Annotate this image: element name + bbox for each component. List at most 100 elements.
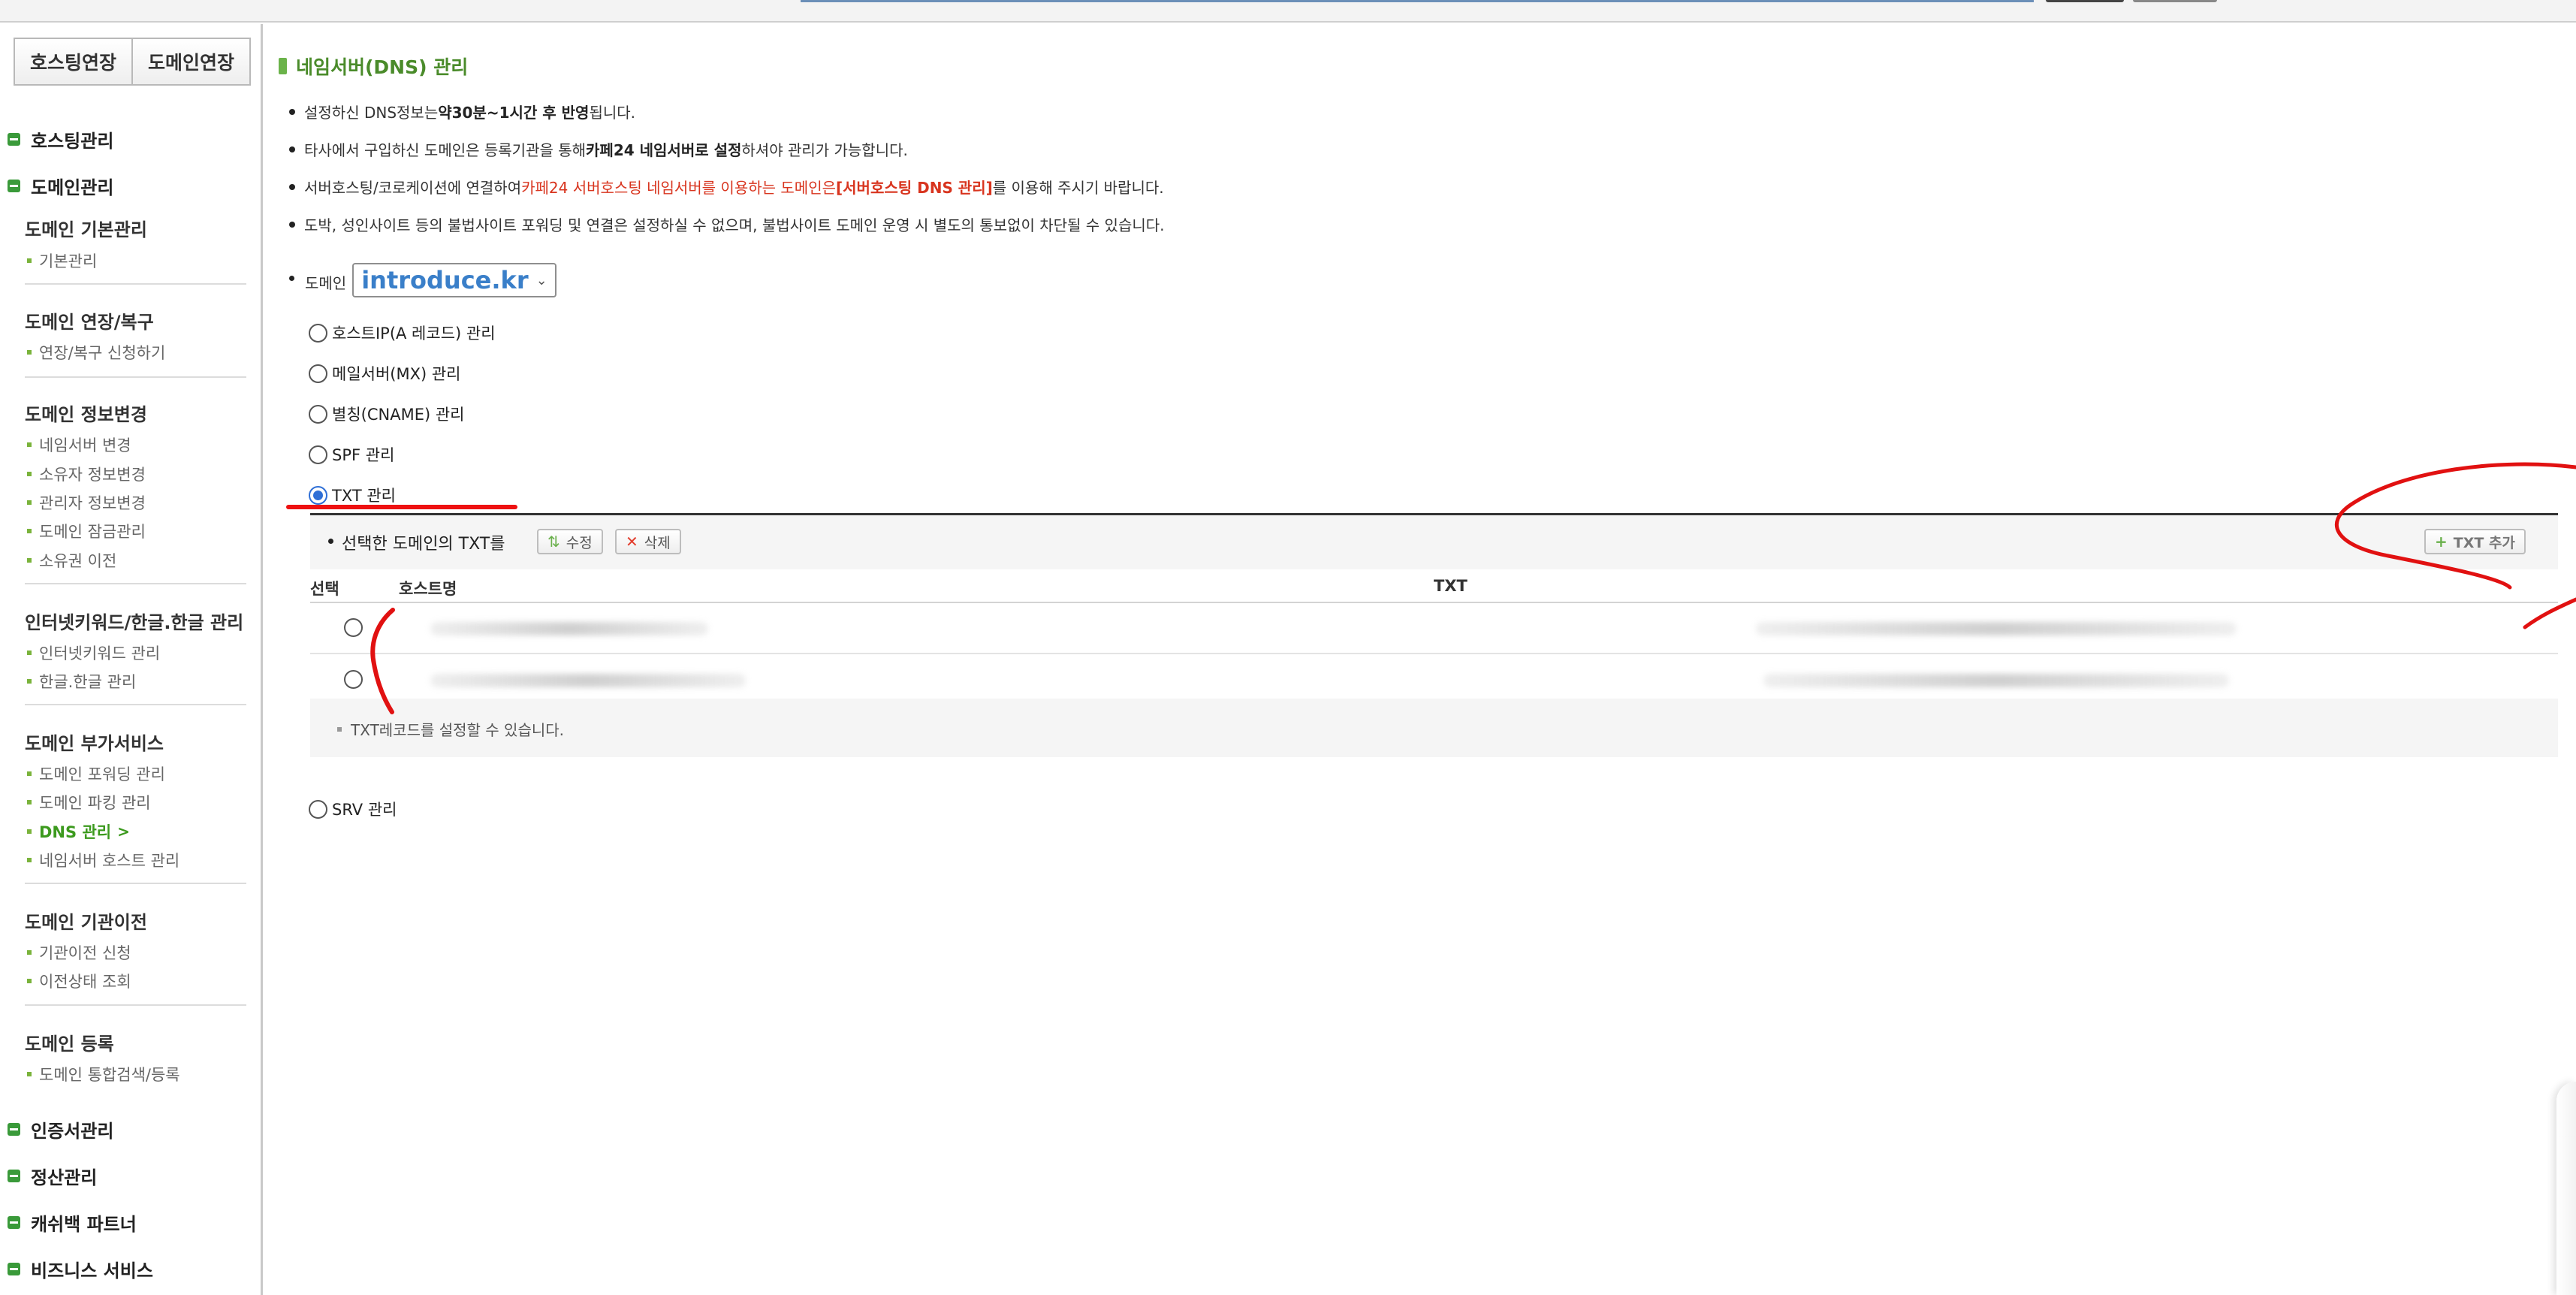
row-select-radio[interactable]	[344, 618, 363, 637]
table-row[interactable]	[310, 603, 2558, 654]
column-header-select: 선택	[310, 580, 339, 598]
edit-button[interactable]: ⇅ 수정	[537, 529, 603, 554]
record-type-cname[interactable]: 별칭(CNAME) 관리	[309, 403, 464, 425]
notice-text: 하셔야 관리가 가능합니다.	[741, 141, 908, 159]
bullet-icon	[27, 442, 32, 447]
delete-button-label: 삭제	[644, 534, 671, 551]
record-type-label: SRV 관리	[332, 801, 397, 819]
group-title-register[interactable]: 도메인 등록	[25, 1029, 114, 1055]
sidebar-item-lock[interactable]: 도메인 잠금관리	[27, 520, 146, 542]
top-button-edge[interactable]	[2046, 0, 2124, 2]
sidebar-item-admin-change[interactable]: 관리자 정보변경	[27, 491, 146, 514]
edit-arrows-icon: ⇅	[547, 533, 560, 551]
sidebar-item-renew-request[interactable]: 연장/복구 신청하기	[27, 341, 165, 364]
bullet-icon	[27, 1072, 32, 1076]
domain-select-value: introduce.kr	[361, 266, 529, 294]
square-minus-icon	[8, 1170, 20, 1182]
sidebar: 호스팅연장 도메인연장 호스팅관리 도메인관리 도메인 기본관리 기본관리 도메…	[0, 24, 263, 1295]
divider	[25, 704, 246, 705]
sidebar-item-hangul[interactable]: 한글.한글 관리	[27, 670, 136, 693]
sidebar-menu-label: 캐쉬백 파트너	[31, 1214, 137, 1235]
record-type-label: 메일서버(MX) 관리	[332, 365, 461, 383]
divider	[25, 376, 246, 378]
sidebar-menu-label: 인증서관리	[31, 1121, 114, 1142]
sidebar-item-forwarding[interactable]: 도메인 포워딩 관리	[27, 762, 165, 785]
chevron-down-icon: ⌄	[535, 272, 547, 288]
sidebar-item-transfer-status[interactable]: 이전상태 조회	[27, 970, 131, 992]
bullet-icon	[27, 829, 32, 834]
sidebar-item-label: 한글.한글 관리	[39, 673, 137, 691]
bullet-icon	[289, 146, 295, 152]
title-marker-icon	[279, 58, 287, 74]
page-title: 네임서버(DNS) 관리	[279, 53, 468, 80]
bullet-icon	[27, 258, 32, 263]
sidebar-menu-domain[interactable]: 도메인관리	[8, 173, 113, 199]
server-hosting-dns-link[interactable]: [서버호스팅 DNS 관리]	[836, 176, 993, 198]
plus-icon: +	[2435, 533, 2448, 551]
add-txt-button-label: TXT 추가	[2453, 534, 2515, 551]
sidebar-item-keyword[interactable]: 인터넷키워드 관리	[27, 641, 160, 664]
record-type-txt[interactable]: TXT 관리	[309, 484, 396, 506]
add-txt-button[interactable]: + TXT 추가	[2424, 529, 2526, 554]
group-title-transfer[interactable]: 도메인 기관이전	[25, 907, 147, 934]
record-type-srv[interactable]: SRV 관리	[309, 798, 397, 820]
bullet-icon	[27, 800, 32, 804]
sidebar-item-search-register[interactable]: 도메인 통합검색/등록	[27, 1063, 180, 1085]
sidebar-item-parking[interactable]: 도메인 파킹 관리	[27, 791, 151, 814]
bullet-icon	[289, 108, 295, 115]
sidebar-item-label: DNS 관리	[39, 823, 112, 841]
record-type-mx[interactable]: 메일서버(MX) 관리	[309, 362, 461, 385]
sidebar-item-transfer-request[interactable]: 기관이전 신청	[27, 941, 131, 964]
sidebar-item-label: 도메인 파킹 관리	[39, 794, 151, 812]
radio-a-record[interactable]	[309, 323, 327, 343]
sidebar-item-owner-change[interactable]: 소유자 정보변경	[27, 463, 146, 485]
notice-text: 를 이용해 주시기 바랍니다.	[992, 179, 1164, 197]
sidebar-item-label: 관리자 정보변경	[39, 494, 146, 512]
notice-illegal-sites: 도박, 성인사이트 등의 불법사이트 포워딩 및 연결은 설정하실 수 없으며,…	[289, 213, 1165, 235]
delete-button[interactable]: ✕ 삭제	[615, 529, 681, 554]
sidebar-menu-cashback[interactable]: 캐쉬백 파트너	[8, 1209, 137, 1236]
bullet-icon	[27, 472, 32, 476]
sidebar-item-label: 기관이전 신청	[39, 944, 131, 962]
radio-cname-record[interactable]	[309, 404, 327, 424]
notice-text: 됩니다.	[589, 104, 636, 122]
square-minus-icon	[8, 180, 20, 192]
notice-emphasis: 카페24 네임서버로 설정	[586, 141, 742, 159]
radio-mx-record[interactable]	[309, 364, 327, 383]
record-type-a[interactable]: 호스트IP(A 레코드) 관리	[309, 321, 496, 344]
radio-spf-record[interactable]	[309, 445, 327, 464]
group-title-renew-restore[interactable]: 도메인 연장/복구	[25, 307, 154, 334]
sidebar-item-label: 인터넷키워드 관리	[39, 644, 161, 663]
sidebar-menu-billing[interactable]: 정산관리	[8, 1163, 97, 1189]
sidebar-menu-hosting[interactable]: 호스팅관리	[8, 126, 113, 152]
domain-renew-button[interactable]: 도메인연장	[133, 38, 251, 86]
record-type-spf[interactable]: SPF 관리	[309, 443, 394, 466]
sidebar-item-label: 이전상태 조회	[39, 973, 131, 991]
notice-text: 타사에서 구입하신 도메인은 등록기관을 통해	[304, 141, 587, 159]
sidebar-item-basic[interactable]: 기본관리	[27, 249, 97, 272]
column-header-hostname: 호스트명	[399, 580, 457, 598]
group-title-keyword[interactable]: 인터넷키워드/한글.한글 관리	[25, 608, 243, 634]
sidebar-menu-label: 호스팅관리	[31, 131, 114, 152]
group-title-info-change[interactable]: 도메인 정보변경	[25, 400, 147, 426]
hosting-renew-button[interactable]: 호스팅연장	[14, 38, 133, 86]
redacted-hostname	[430, 674, 746, 687]
sidebar-item-ns-host[interactable]: 네임서버 호스트 관리	[27, 849, 179, 871]
group-title-addon[interactable]: 도메인 부가서비스	[25, 729, 164, 755]
domain-select[interactable]: introduce.kr ⌄	[352, 263, 557, 297]
top-button-edge-secondary[interactable]	[2133, 0, 2217, 2]
row-select-radio[interactable]	[344, 670, 363, 689]
group-title-domain-basic[interactable]: 도메인 기본관리	[25, 215, 147, 241]
sidebar-item-ownership-transfer[interactable]: 소유권 이전	[27, 549, 116, 572]
sidebar-item-label: 네임서버 변경	[39, 436, 131, 454]
sidebar-menu-cert[interactable]: 인증서관리	[8, 1116, 113, 1143]
notice-red-text: 카페24 서버호스팅 네임서버를 이용하는 도메인은	[521, 179, 836, 197]
sidebar-menu-business[interactable]: 비즈니스 서비스	[8, 1256, 153, 1282]
sidebar-item-dns[interactable]: DNS 관리 >	[27, 820, 130, 843]
radio-txt-record[interactable]	[309, 485, 327, 505]
record-type-label: 별칭(CNAME) 관리	[332, 406, 465, 424]
sidebar-item-nameserver-change[interactable]: 네임서버 변경	[27, 433, 131, 456]
sidebar-menu-label: 정산관리	[31, 1167, 98, 1188]
sidebar-item-label: 도메인 포워딩 관리	[39, 765, 165, 783]
radio-srv-record[interactable]	[309, 799, 327, 819]
